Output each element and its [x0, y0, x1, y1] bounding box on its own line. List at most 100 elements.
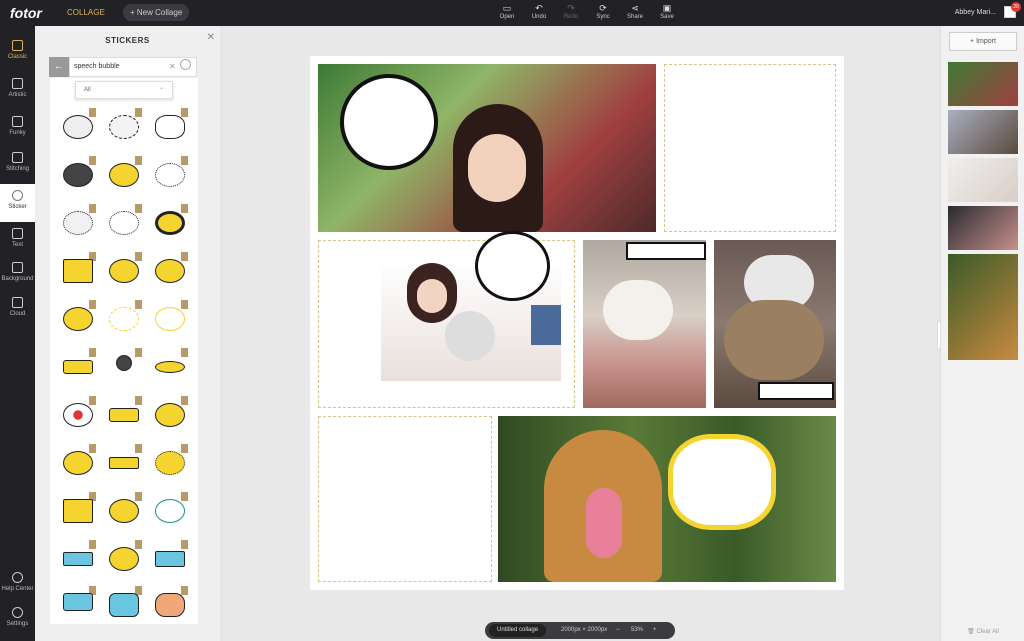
- photo-tiger[interactable]: [498, 416, 836, 582]
- sticker-item[interactable]: [60, 252, 96, 288]
- sticker-item[interactable]: [106, 586, 142, 622]
- sticker-item[interactable]: [152, 108, 188, 144]
- open-button[interactable]: ▭ Open: [494, 3, 520, 20]
- girl-face: [417, 279, 447, 313]
- speech-bubble-sticker: [63, 259, 93, 283]
- sticker-item[interactable]: [152, 540, 188, 576]
- sticker-item[interactable]: [152, 204, 188, 240]
- redo-button[interactable]: ↷ Redo: [558, 3, 584, 20]
- speech-bubble-sticker[interactable]: [475, 231, 550, 301]
- premium-icon: [181, 540, 188, 549]
- save-button[interactable]: ▣ Save: [654, 3, 680, 20]
- speech-bubble-sticker: [155, 499, 185, 523]
- sticker-item[interactable]: [106, 348, 142, 384]
- sticker-item[interactable]: [60, 156, 96, 192]
- clear-search-icon[interactable]: ✕: [169, 62, 176, 71]
- fotor-logo[interactable]: fotor: [10, 5, 42, 21]
- kitten: [603, 280, 673, 340]
- sticker-item[interactable]: [152, 156, 188, 192]
- sticker-item[interactable]: [106, 156, 142, 192]
- filter-dropdown[interactable]: All: [75, 80, 173, 99]
- speech-bubble-sticker: [109, 593, 139, 617]
- thumbnail-girl[interactable]: [948, 62, 1018, 106]
- sticker-item[interactable]: [60, 540, 96, 576]
- nav-artistic[interactable]: Artistic: [0, 72, 35, 110]
- undo-button[interactable]: ↶ Undo: [526, 3, 552, 20]
- sticker-item[interactable]: [152, 348, 188, 384]
- mode-label[interactable]: COLLAGE: [67, 8, 105, 17]
- clear-all-label: Clear All: [976, 629, 999, 635]
- sticker-item[interactable]: [106, 492, 142, 528]
- photo-kitten-hand[interactable]: [583, 240, 706, 408]
- funky-icon: [12, 116, 23, 127]
- sync-button[interactable]: ⟳ Sync: [590, 3, 616, 20]
- premium-icon: [135, 300, 142, 309]
- sticker-item[interactable]: [60, 444, 96, 480]
- nav-text[interactable]: Text: [0, 222, 35, 260]
- sticker-item[interactable]: [60, 348, 96, 384]
- sticker-item[interactable]: [152, 586, 188, 622]
- notification-badge: 20: [1011, 2, 1021, 12]
- nav-text-label: Text: [11, 242, 23, 248]
- nav-background[interactable]: Background: [0, 256, 35, 294]
- sticker-item[interactable]: [106, 252, 142, 288]
- search-input[interactable]: speech bubble: [69, 57, 197, 77]
- nav-artistic-label: Artistic: [8, 92, 27, 98]
- premium-icon: [89, 444, 96, 453]
- sticker-item[interactable]: [60, 586, 96, 622]
- left-nav: Classic Artistic Funky Stitching Sticker…: [0, 26, 35, 641]
- thumbnail-tiger[interactable]: [948, 254, 1018, 360]
- sticker-item[interactable]: [106, 204, 142, 240]
- undo-icon: ↶: [535, 3, 543, 13]
- nav-settings[interactable]: Settings: [0, 601, 35, 639]
- import-button[interactable]: + Import: [949, 32, 1017, 51]
- new-collage-label: New Collage: [136, 8, 183, 17]
- nav-stitching[interactable]: Stitching: [0, 146, 35, 184]
- search-icon[interactable]: [180, 59, 191, 70]
- thumbnail-girl-kitten[interactable]: [948, 158, 1018, 202]
- sticker-item[interactable]: [106, 108, 142, 144]
- thumbnail-kitten-hand[interactable]: [948, 206, 1018, 250]
- notification-icon[interactable]: 20: [1004, 2, 1021, 18]
- nav-classic[interactable]: Classic: [0, 34, 35, 72]
- sticker-item[interactable]: [60, 396, 96, 432]
- clear-all-button[interactable]: 🗑 Clear All: [941, 628, 1024, 635]
- doc-name[interactable]: Untitled collage: [489, 624, 547, 637]
- zoom-in-button[interactable]: +: [653, 622, 657, 639]
- share-button[interactable]: ⋖ Share: [622, 3, 648, 20]
- thumbnail-girl-cats[interactable]: [948, 110, 1018, 154]
- empty-cell[interactable]: [318, 416, 492, 582]
- top-bar: fotor COLLAGE + New Collage ▭ Open ↶ Undo …: [0, 0, 1024, 26]
- sticker-item[interactable]: [152, 300, 188, 336]
- sticker-item[interactable]: [152, 396, 188, 432]
- user-name[interactable]: Abbey Mari...: [955, 9, 996, 16]
- empty-cell[interactable]: [664, 64, 836, 232]
- sticker-item[interactable]: [152, 492, 188, 528]
- sticker-item[interactable]: [106, 540, 142, 576]
- sticker-item[interactable]: [152, 444, 188, 480]
- premium-icon: [135, 492, 142, 501]
- nav-help-center[interactable]: Help Center: [0, 566, 35, 604]
- close-icon[interactable]: ✕: [207, 32, 215, 43]
- sticker-item[interactable]: [152, 252, 188, 288]
- sticker-item[interactable]: [60, 492, 96, 528]
- sticker-item[interactable]: [106, 300, 142, 336]
- speech-bubble-sticker: [155, 211, 185, 235]
- sticker-item[interactable]: [106, 396, 142, 432]
- rect-bubble-sticker[interactable]: [626, 242, 706, 260]
- back-button[interactable]: ←: [49, 57, 69, 77]
- nav-funky[interactable]: Funky: [0, 110, 35, 148]
- nav-cloud[interactable]: Cloud: [0, 291, 35, 329]
- speech-bubble-sticker[interactable]: [668, 434, 776, 530]
- sync-label: Sync: [596, 14, 610, 20]
- girl-face: [468, 134, 526, 202]
- sticker-item[interactable]: [60, 204, 96, 240]
- speech-bubble-sticker[interactable]: [340, 74, 438, 170]
- new-collage-button[interactable]: + New Collage: [123, 4, 190, 21]
- zoom-out-button[interactable]: −: [616, 622, 620, 639]
- sticker-item[interactable]: [60, 108, 96, 144]
- sticker-item[interactable]: [106, 444, 142, 480]
- sticker-item[interactable]: [60, 300, 96, 336]
- nav-sticker[interactable]: Sticker: [0, 184, 35, 222]
- rect-bubble-sticker[interactable]: [758, 382, 834, 400]
